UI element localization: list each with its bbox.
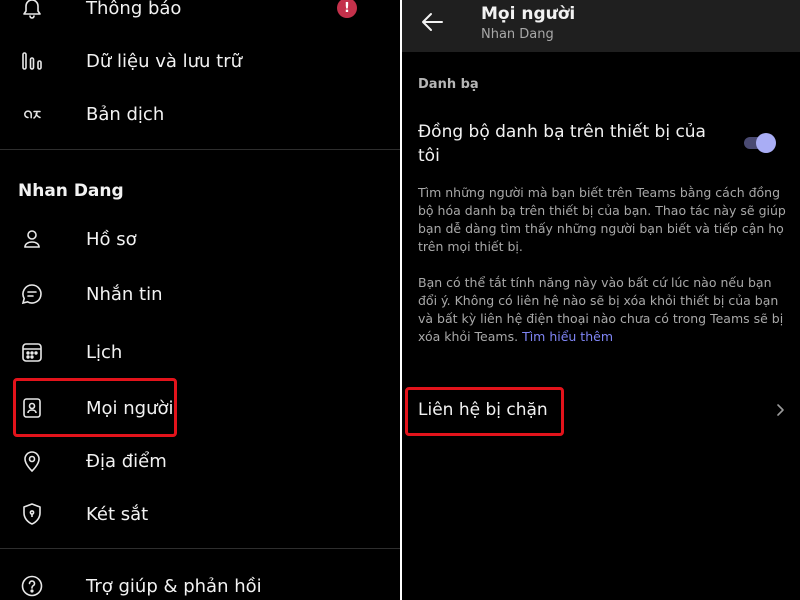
menu-item-label: Lịch xyxy=(86,341,123,363)
menu-item-notifications[interactable]: Thông báo ! xyxy=(0,0,400,33)
translate-icon xyxy=(20,102,44,126)
menu-item-label: Địa điểm xyxy=(86,450,167,472)
menu-item-help[interactable]: Trợ giúp & phản hồi xyxy=(0,561,400,600)
settings-menu-panel: Thông báo ! Dữ liệu và lưu trữ Bản dịch … xyxy=(0,0,400,600)
menu-item-chat[interactable]: Nhắn tin xyxy=(0,269,400,319)
menu-item-label: Bản dịch xyxy=(86,103,165,125)
learn-more-link[interactable]: Tìm hiểu thêm xyxy=(522,329,613,344)
red-highlight-box xyxy=(405,387,564,436)
section-label: Danh bạ xyxy=(418,77,479,92)
menu-item-label: Hồ sơ xyxy=(86,228,137,250)
menu-item-label: Nhắn tin xyxy=(86,283,163,305)
menu-item-vault[interactable]: Két sắt xyxy=(0,489,400,539)
profile-icon xyxy=(20,227,44,251)
sync-contacts-label: Đồng bộ danh bạ trên thiết bị của tôi xyxy=(418,122,706,166)
help-icon xyxy=(20,574,44,598)
alert-badge: ! xyxy=(337,0,357,18)
people-settings-panel: Mọi người Nhan Dang Danh bạ Đồng bộ danh… xyxy=(402,0,800,600)
menu-item-profile[interactable]: Hồ sơ xyxy=(0,214,400,264)
calendar-icon xyxy=(20,340,44,364)
bell-icon xyxy=(20,0,44,20)
page-subtitle: Nhan Dang xyxy=(481,27,554,42)
sync-contacts-toggle[interactable] xyxy=(744,133,778,153)
privacy-description: Bạn có thể tắt tính năng này vào bất cứ … xyxy=(418,274,786,346)
app-header: Mọi người Nhan Dang xyxy=(402,0,800,52)
chat-icon xyxy=(20,282,44,306)
menu-item-data-storage[interactable]: Dữ liệu và lưu trữ xyxy=(0,36,400,86)
shield-lock-icon xyxy=(20,502,44,526)
location-icon xyxy=(20,449,44,473)
section-title: Nhan Dang xyxy=(18,181,124,201)
menu-item-label: Dữ liệu và lưu trữ xyxy=(86,50,243,72)
page-title: Mọi người xyxy=(481,4,576,24)
menu-item-translation[interactable]: Bản dịch xyxy=(0,89,400,139)
menu-item-label: Két sắt xyxy=(86,503,149,525)
menu-item-calendar[interactable]: Lịch xyxy=(0,327,400,377)
back-arrow-icon[interactable] xyxy=(418,8,446,36)
menu-item-location[interactable]: Địa điểm xyxy=(0,436,400,486)
divider xyxy=(0,149,400,150)
menu-item-label: Trợ giúp & phản hồi xyxy=(86,575,262,597)
menu-item-label: Thông báo xyxy=(86,0,182,19)
toggle-knob xyxy=(756,133,776,153)
sync-description: Tìm những người mà bạn biết trên Teams b… xyxy=(418,185,786,254)
divider xyxy=(0,548,400,549)
chevron-right-icon xyxy=(772,401,788,419)
data-storage-icon xyxy=(20,49,44,73)
red-highlight-box xyxy=(13,378,177,437)
